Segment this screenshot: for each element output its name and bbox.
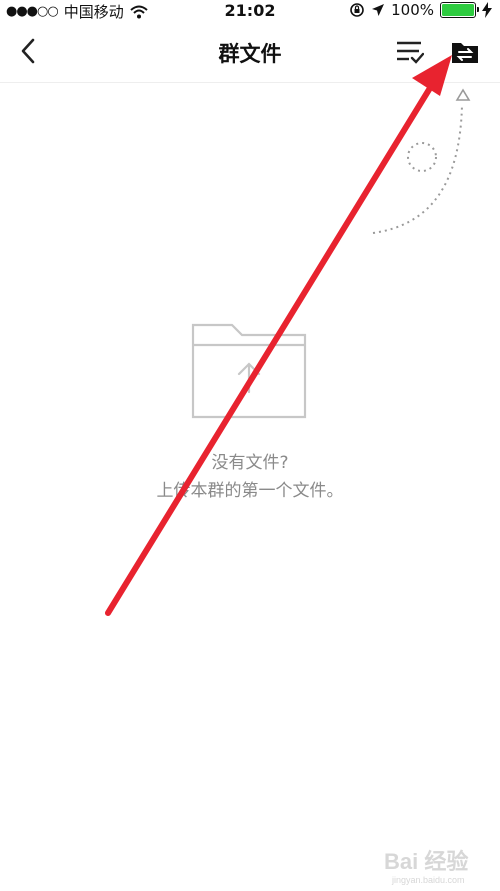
location-arrow-icon — [372, 4, 385, 16]
empty-state-subtitle: 上传本群的第一个文件。 — [156, 481, 344, 501]
baidu-watermark: Bai 经验 jingyan.baidu.com — [382, 843, 492, 887]
nav-bar: 群文件 — [0, 22, 500, 83]
folder-transfer-icon[interactable] — [449, 36, 481, 68]
charging-bolt-icon — [482, 2, 492, 18]
baidu-logo: Bai 经验 jingyan.baidu.com — [384, 849, 468, 885]
watermark-text: Bai 经验 — [384, 849, 468, 874]
battery-icon — [440, 2, 479, 18]
status-bar: ●●●○○ 中国移动 21:02 100% — [0, 0, 500, 22]
hint-dotted-arrow-icon — [372, 88, 471, 234]
page-title: 群文件 — [218, 42, 282, 66]
status-right: 100% — [349, 1, 492, 19]
rotation-lock-icon — [350, 3, 364, 17]
battery-percent: 100% — [391, 1, 434, 19]
sort-checklist-icon[interactable] — [394, 37, 424, 67]
empty-state-title: 没有文件? — [211, 453, 289, 473]
watermark-url: jingyan.baidu.com — [391, 875, 465, 885]
upload-folder-icon — [191, 323, 307, 419]
